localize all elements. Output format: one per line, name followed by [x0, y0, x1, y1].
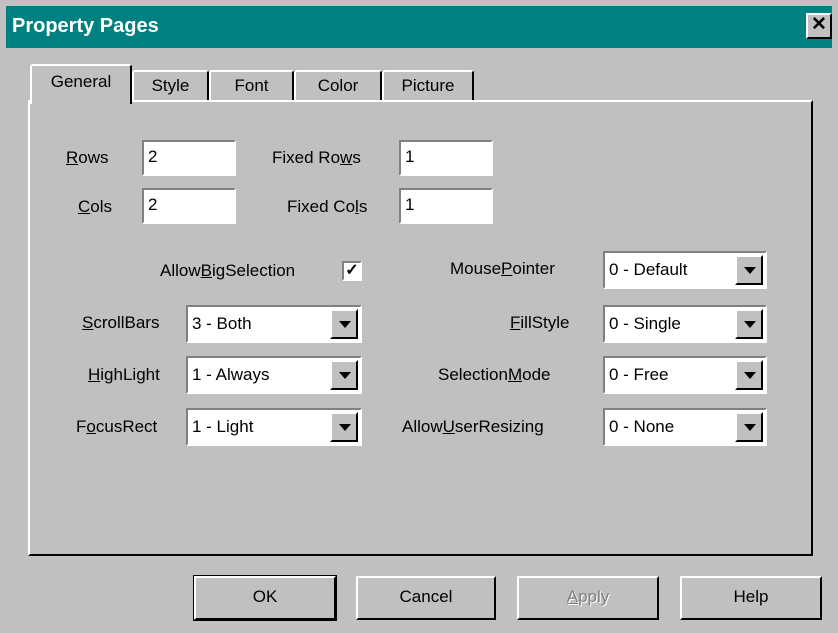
- fixed-cols-label: Fixed Cols: [287, 197, 368, 216]
- tab-style[interactable]: Style: [132, 70, 209, 102]
- allow-big-selection-label: AllowBigSelection: [160, 261, 296, 280]
- selectionmode-value: 0 - Free: [609, 365, 669, 384]
- mousepointer-value: 0 - Default: [609, 260, 688, 279]
- help-button[interactable]: Help: [680, 576, 822, 620]
- fillstyle-select[interactable]: 0 - Single: [603, 305, 767, 343]
- title-bar[interactable]: Property Pages ✕: [6, 6, 832, 48]
- tab-general[interactable]: General: [30, 64, 132, 104]
- chevron-down-icon[interactable]: [735, 309, 763, 339]
- focusrect-value: 1 - Light: [192, 417, 254, 436]
- fixed-rows-label: Fixed Rows: [272, 148, 361, 167]
- fixed-cols-input[interactable]: 1: [399, 188, 493, 224]
- chevron-down-icon[interactable]: [330, 309, 358, 339]
- window-title: Property Pages: [12, 15, 159, 37]
- fillstyle-label: FillStyle: [510, 313, 570, 332]
- tab-font[interactable]: Font: [209, 70, 294, 102]
- allowuserresizing-label: AllowUserResizing: [402, 417, 544, 436]
- property-pages-dialog: Property Pages ✕ General Style Font Colo…: [0, 0, 838, 633]
- highlight-value: 1 - Always: [192, 365, 270, 384]
- close-icon[interactable]: ✕: [806, 13, 832, 39]
- scrollbars-label: ScrollBars: [82, 313, 160, 332]
- mousepointer-select[interactable]: 0 - Default: [603, 251, 767, 289]
- rows-input[interactable]: 2: [142, 140, 236, 176]
- tab-picture[interactable]: Picture: [382, 70, 474, 102]
- allowuserresizing-value: 0 - None: [609, 417, 675, 436]
- chevron-down-icon[interactable]: [330, 412, 358, 442]
- highlight-label: HighLight: [88, 365, 160, 384]
- cols-input[interactable]: 2: [142, 188, 236, 224]
- ok-button[interactable]: OK: [193, 575, 337, 621]
- scrollbars-select[interactable]: 3 - Both: [186, 305, 362, 343]
- rows-label: Rows: [66, 148, 109, 167]
- scrollbars-value: 3 - Both: [192, 314, 252, 333]
- apply-button[interactable]: Apply: [517, 576, 659, 620]
- focusrect-label: FocusRect: [76, 417, 158, 436]
- fillstyle-value: 0 - Single: [609, 314, 681, 333]
- chevron-down-icon[interactable]: [735, 412, 763, 442]
- cancel-button[interactable]: Cancel: [356, 576, 496, 620]
- focusrect-select[interactable]: 1 - Light: [186, 408, 362, 446]
- selectionmode-select[interactable]: 0 - Free: [603, 356, 767, 394]
- chevron-down-icon[interactable]: [330, 360, 358, 390]
- tab-color[interactable]: Color: [294, 70, 382, 102]
- allowuserresizing-select[interactable]: 0 - None: [603, 408, 767, 446]
- fixed-rows-input[interactable]: 1: [399, 140, 493, 176]
- mousepointer-label: MousePointer: [450, 259, 555, 278]
- cols-label: Cols: [78, 197, 113, 216]
- chevron-down-icon[interactable]: [735, 255, 763, 285]
- allow-big-selection-checkbox[interactable]: ✓: [342, 261, 362, 281]
- selectionmode-label: SelectionMode: [438, 365, 551, 384]
- highlight-select[interactable]: 1 - Always: [186, 356, 362, 394]
- chevron-down-icon[interactable]: [735, 360, 763, 390]
